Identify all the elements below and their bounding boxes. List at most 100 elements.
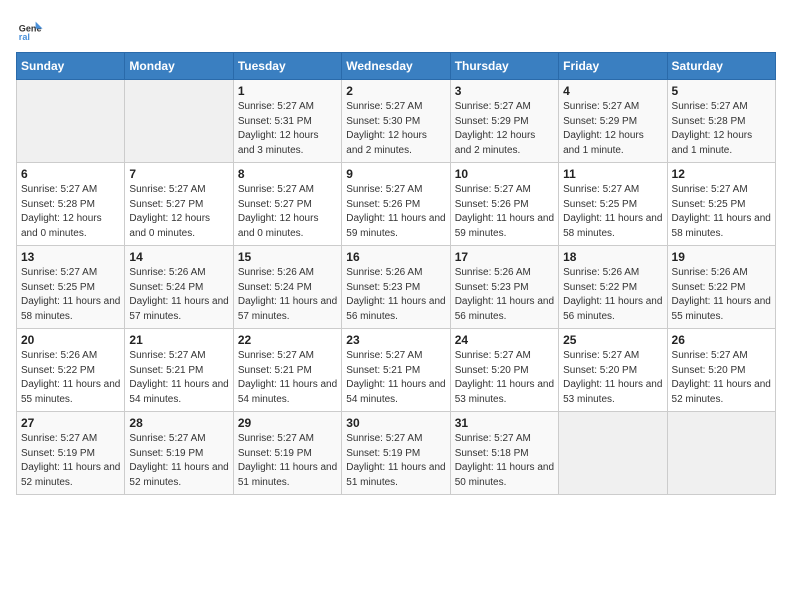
calendar-cell xyxy=(667,412,775,495)
day-info: Sunrise: 5:27 AM Sunset: 5:19 PM Dayligh… xyxy=(129,432,228,490)
logo: Gene ral xyxy=(16,16,48,44)
day-number: 21 xyxy=(129,333,228,347)
logo-icon: Gene ral xyxy=(16,16,44,44)
day-number: 4 xyxy=(563,84,662,98)
calendar-cell: 5Sunrise: 5:27 AM Sunset: 5:28 PM Daylig… xyxy=(667,80,775,163)
day-number: 6 xyxy=(21,167,120,181)
calendar-cell: 13Sunrise: 5:27 AM Sunset: 5:25 PM Dayli… xyxy=(17,246,125,329)
day-info: Sunrise: 5:26 AM Sunset: 5:23 PM Dayligh… xyxy=(455,266,554,324)
day-info: Sunrise: 5:27 AM Sunset: 5:27 PM Dayligh… xyxy=(238,183,337,241)
day-number: 7 xyxy=(129,167,228,181)
day-info: Sunrise: 5:27 AM Sunset: 5:27 PM Dayligh… xyxy=(129,183,228,241)
calendar-cell: 26 Sunrise: 5:27 AM Sunset: 5:20 PM Dayli… xyxy=(667,329,775,412)
day-number: 16 xyxy=(346,250,445,264)
calendar-cell: 8 Sunrise: 5:27 AM Sunset: 5:27 PM Daylig… xyxy=(233,163,341,246)
day-info: Sunrise: 5:27 AM Sunset: 5:28 PM Dayligh… xyxy=(21,183,120,241)
calendar-cell: 30 Sunrise: 5:27 AM Sunset: 5:19 PM Dayli… xyxy=(342,412,450,495)
calendar-week-4: 20Sunrise: 5:26 AM Sunset: 5:22 PM Dayli… xyxy=(17,329,776,412)
calendar-cell: 3 Sunrise: 5:27 AM Sunset: 5:29 PM Daylig… xyxy=(450,80,558,163)
day-number: 25 xyxy=(563,333,662,347)
calendar-cell: 14 Sunrise: 5:26 AM Sunset: 5:24 PM Dayli… xyxy=(125,246,233,329)
day-info: Sunrise: 5:27 AM Sunset: 5:29 PM Dayligh… xyxy=(455,100,554,158)
calendar-cell: 21 Sunrise: 5:27 AM Sunset: 5:21 PM Dayli… xyxy=(125,329,233,412)
header-monday: Monday xyxy=(125,53,233,80)
day-number: 9 xyxy=(346,167,445,181)
day-number: 2 xyxy=(346,84,445,98)
calendar-cell: 23Sunrise: 5:27 AM Sunset: 5:21 PM Dayli… xyxy=(342,329,450,412)
day-info: Sunrise: 5:27 AM Sunset: 5:25 PM Dayligh… xyxy=(672,183,771,241)
day-number: 29 xyxy=(238,416,337,430)
calendar-cell: 7 Sunrise: 5:27 AM Sunset: 5:27 PM Daylig… xyxy=(125,163,233,246)
header-wednesday: Wednesday xyxy=(342,53,450,80)
page-header: Gene ral xyxy=(16,16,776,44)
day-info: Sunrise: 5:26 AM Sunset: 5:23 PM Dayligh… xyxy=(346,266,445,324)
svg-text:ral: ral xyxy=(19,32,30,42)
calendar-cell: 12 Sunrise: 5:27 AM Sunset: 5:25 PM Dayli… xyxy=(667,163,775,246)
calendar-cell: 31 Sunrise: 5:27 AM Sunset: 5:18 PM Dayli… xyxy=(450,412,558,495)
day-number: 10 xyxy=(455,167,554,181)
day-number: 3 xyxy=(455,84,554,98)
day-number: 14 xyxy=(129,250,228,264)
calendar-cell: 16 Sunrise: 5:26 AM Sunset: 5:23 PM Dayli… xyxy=(342,246,450,329)
day-number: 18 xyxy=(563,250,662,264)
calendar-cell: 27Sunrise: 5:27 AM Sunset: 5:19 PM Dayli… xyxy=(17,412,125,495)
calendar-table: SundayMondayTuesdayWednesdayThursdayFrid… xyxy=(16,52,776,495)
day-info: Sunrise: 5:26 AM Sunset: 5:24 PM Dayligh… xyxy=(129,266,228,324)
calendar-cell: 25 Sunrise: 5:27 AM Sunset: 5:20 PM Dayli… xyxy=(559,329,667,412)
calendar-cell: 2Sunrise: 5:27 AM Sunset: 5:30 PM Daylig… xyxy=(342,80,450,163)
day-info: Sunrise: 5:26 AM Sunset: 5:22 PM Dayligh… xyxy=(21,349,120,407)
day-info: Sunrise: 5:27 AM Sunset: 5:21 PM Dayligh… xyxy=(346,349,445,407)
day-info: Sunrise: 5:26 AM Sunset: 5:22 PM Dayligh… xyxy=(672,266,771,324)
calendar-cell xyxy=(17,80,125,163)
calendar-cell: 29 Sunrise: 5:27 AM Sunset: 5:19 PM Dayli… xyxy=(233,412,341,495)
calendar-cell: 4 Sunrise: 5:27 AM Sunset: 5:29 PM Daylig… xyxy=(559,80,667,163)
calendar-header-row: SundayMondayTuesdayWednesdayThursdayFrid… xyxy=(17,53,776,80)
day-info: Sunrise: 5:27 AM Sunset: 5:21 PM Dayligh… xyxy=(238,349,337,407)
day-info: Sunrise: 5:27 AM Sunset: 5:21 PM Dayligh… xyxy=(129,349,228,407)
calendar-cell: 1 Sunrise: 5:27 AM Sunset: 5:31 PM Daylig… xyxy=(233,80,341,163)
day-info: Sunrise: 5:27 AM Sunset: 5:26 PM Dayligh… xyxy=(455,183,554,241)
calendar-week-1: 1 Sunrise: 5:27 AM Sunset: 5:31 PM Daylig… xyxy=(17,80,776,163)
day-info: Sunrise: 5:27 AM Sunset: 5:19 PM Dayligh… xyxy=(346,432,445,490)
calendar-week-3: 13Sunrise: 5:27 AM Sunset: 5:25 PM Dayli… xyxy=(17,246,776,329)
calendar-week-2: 6 Sunrise: 5:27 AM Sunset: 5:28 PM Daylig… xyxy=(17,163,776,246)
header-friday: Friday xyxy=(559,53,667,80)
day-info: Sunrise: 5:27 AM Sunset: 5:18 PM Dayligh… xyxy=(455,432,554,490)
calendar-cell: 20Sunrise: 5:26 AM Sunset: 5:22 PM Dayli… xyxy=(17,329,125,412)
calendar-cell: 10 Sunrise: 5:27 AM Sunset: 5:26 PM Dayli… xyxy=(450,163,558,246)
day-info: Sunrise: 5:27 AM Sunset: 5:20 PM Dayligh… xyxy=(563,349,662,407)
calendar-cell: 19 Sunrise: 5:26 AM Sunset: 5:22 PM Dayli… xyxy=(667,246,775,329)
day-number: 1 xyxy=(238,84,337,98)
day-number: 30 xyxy=(346,416,445,430)
calendar-cell: 17Sunrise: 5:26 AM Sunset: 5:23 PM Dayli… xyxy=(450,246,558,329)
day-info: Sunrise: 5:27 AM Sunset: 5:25 PM Dayligh… xyxy=(563,183,662,241)
day-number: 22 xyxy=(238,333,337,347)
day-info: Sunrise: 5:27 AM Sunset: 5:31 PM Dayligh… xyxy=(238,100,337,158)
calendar-cell: 18 Sunrise: 5:26 AM Sunset: 5:22 PM Dayli… xyxy=(559,246,667,329)
day-number: 31 xyxy=(455,416,554,430)
day-info: Sunrise: 5:27 AM Sunset: 5:19 PM Dayligh… xyxy=(238,432,337,490)
day-number: 15 xyxy=(238,250,337,264)
day-info: Sunrise: 5:26 AM Sunset: 5:24 PM Dayligh… xyxy=(238,266,337,324)
header-thursday: Thursday xyxy=(450,53,558,80)
day-number: 24 xyxy=(455,333,554,347)
header-tuesday: Tuesday xyxy=(233,53,341,80)
header-saturday: Saturday xyxy=(667,53,775,80)
day-number: 11 xyxy=(563,167,662,181)
day-info: Sunrise: 5:27 AM Sunset: 5:20 PM Dayligh… xyxy=(672,349,771,407)
calendar-cell: 15 Sunrise: 5:26 AM Sunset: 5:24 PM Dayli… xyxy=(233,246,341,329)
day-number: 5 xyxy=(672,84,771,98)
calendar-cell xyxy=(559,412,667,495)
day-number: 28 xyxy=(129,416,228,430)
day-info: Sunrise: 5:27 AM Sunset: 5:20 PM Dayligh… xyxy=(455,349,554,407)
day-number: 26 xyxy=(672,333,771,347)
calendar-cell: 24 Sunrise: 5:27 AM Sunset: 5:20 PM Dayli… xyxy=(450,329,558,412)
day-number: 8 xyxy=(238,167,337,181)
calendar-cell: 28 Sunrise: 5:27 AM Sunset: 5:19 PM Dayli… xyxy=(125,412,233,495)
day-number: 19 xyxy=(672,250,771,264)
header-sunday: Sunday xyxy=(17,53,125,80)
day-info: Sunrise: 5:27 AM Sunset: 5:29 PM Dayligh… xyxy=(563,100,662,158)
day-info: Sunrise: 5:27 AM Sunset: 5:26 PM Dayligh… xyxy=(346,183,445,241)
day-number: 12 xyxy=(672,167,771,181)
day-info: Sunrise: 5:26 AM Sunset: 5:22 PM Dayligh… xyxy=(563,266,662,324)
